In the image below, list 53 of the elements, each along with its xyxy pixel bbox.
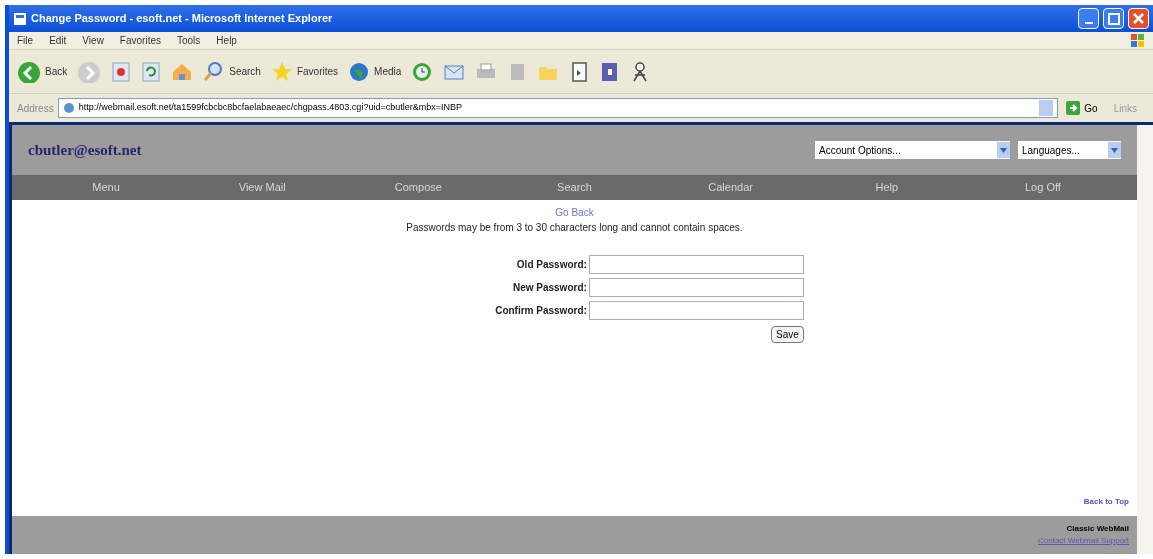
nav-link[interactable]: View Mail	[238, 179, 286, 196]
clock-icon[interactable]	[411, 60, 434, 83]
field-label: Confirm Password:	[495, 304, 587, 318]
star-icon	[270, 60, 293, 83]
media-button[interactable]: Media	[348, 60, 402, 83]
close-icon	[1133, 13, 1144, 24]
arrow-icon	[1066, 101, 1081, 115]
password-rules-text: Passwords may be from 3 to 30 characters long and cannot contain spaces.	[406, 221, 743, 235]
search-button[interactable]: Search	[203, 60, 261, 83]
menu-item[interactable]: File	[17, 33, 34, 48]
book-icon[interactable]	[599, 60, 620, 83]
globe-icon	[348, 60, 371, 83]
menu-item[interactable]: Help	[216, 33, 237, 48]
account-email: cbutler@esoft.net	[28, 140, 142, 160]
account-options-dropdown[interactable]: Account Options...	[815, 141, 1010, 159]
languages-dropdown[interactable]: Languages...	[1018, 141, 1121, 159]
product-name: Classic WebMail	[1066, 523, 1129, 535]
minimize-button[interactable]	[1078, 8, 1099, 29]
stop-icon[interactable]	[111, 60, 132, 83]
menu-item[interactable]: Tools	[177, 33, 201, 48]
nav-link[interactable]: Calendar	[708, 179, 753, 196]
browser-icon	[13, 11, 27, 26]
address-label: Address	[17, 101, 54, 116]
scrollbar[interactable]	[1137, 125, 1153, 554]
save-button[interactable]: Save	[771, 326, 804, 343]
field-label: New Password:	[511, 281, 587, 295]
nav-link[interactable]: Help	[875, 179, 899, 196]
nav-link[interactable]: Compose	[394, 179, 442, 196]
favorites-button[interactable]: Favorites	[270, 60, 339, 83]
back-button[interactable]: Back	[17, 60, 68, 83]
password-field[interactable]	[588, 278, 804, 297]
close-button[interactable]	[1128, 8, 1149, 29]
page-icon[interactable]	[569, 60, 590, 83]
back-icon	[17, 60, 41, 83]
window-title: Change Password - esoft.net - Microsoft Internet Explorer	[31, 11, 334, 27]
forward-icon[interactable]	[77, 60, 102, 83]
go-button[interactable]: Go	[1062, 100, 1102, 116]
field-label: Old Password:	[515, 258, 587, 272]
menu-item[interactable]: Favorites	[119, 33, 161, 48]
nav-link[interactable]: Log Off	[1024, 179, 1061, 196]
address-field[interactable]: http://webmail.esoft.net/ta1599fcbcbc8bcfaelabaeaec/chgpass.4803.cgi?uid=cbutler&mbx=INBP	[57, 98, 1059, 118]
refresh-icon[interactable]	[141, 60, 162, 83]
maximize-button[interactable]	[1103, 8, 1124, 29]
menu-item[interactable]: View	[82, 33, 104, 48]
menu-item[interactable]: Edit	[49, 33, 67, 48]
back-to-top-link[interactable]: Back to Top	[1083, 496, 1129, 508]
nav-link[interactable]: Search	[557, 179, 592, 196]
page-icon	[62, 102, 75, 114]
nav-link[interactable]: Menu	[92, 179, 120, 196]
password-field[interactable]	[588, 255, 804, 274]
password-field[interactable]	[588, 301, 804, 320]
windows-logo-icon	[1131, 33, 1145, 48]
go-back-link[interactable]: Go Back	[555, 205, 594, 220]
